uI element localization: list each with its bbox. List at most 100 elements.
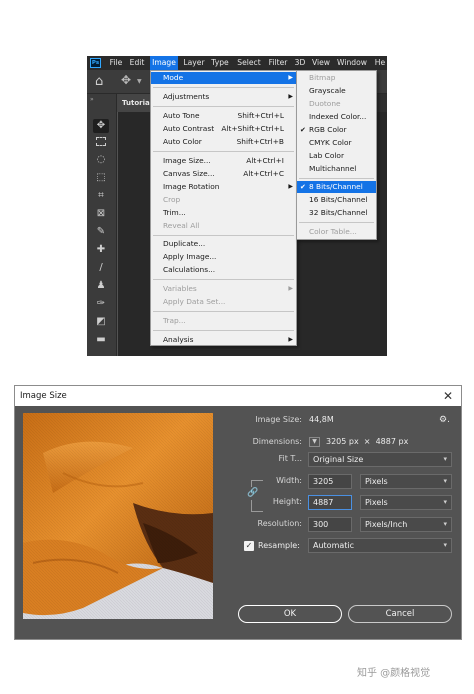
chevron-down-icon[interactable]: ▼ [309, 437, 320, 447]
menu-edit[interactable]: Edit [127, 56, 147, 70]
image-size-label: Image Size: [255, 415, 302, 424]
height-input[interactable]: 4887 [308, 495, 352, 510]
submenu-arrow-icon: ▶ [288, 183, 293, 190]
close-icon[interactable]: ✕ [443, 386, 453, 406]
width-unit-select[interactable]: Pixels ▾ [360, 474, 452, 489]
menu-item-trim[interactable]: Trim... [151, 207, 296, 219]
submenu-arrow-icon: ▶ [288, 285, 293, 292]
object-select-tool-icon[interactable]: ⬚ [93, 171, 109, 185]
dialog-titlebar: Image Size ✕ [15, 386, 461, 406]
history-brush-icon[interactable]: ✑ [93, 297, 109, 311]
document-tab[interactable]: Tutorial [117, 94, 152, 112]
collapse-icon[interactable]: » [90, 96, 94, 103]
crop-tool-icon[interactable]: ⌗ [93, 189, 109, 203]
menu-item-calculations[interactable]: Calculations... [151, 264, 296, 276]
fit-to-select[interactable]: Original Size ▾ [308, 452, 452, 467]
resolution-input[interactable]: 300 [308, 517, 352, 532]
frame-tool-icon[interactable]: ⊠ [93, 207, 109, 221]
mode-submenu: Bitmap Grayscale Duotone Indexed Color..… [296, 70, 377, 240]
ps-logo: Ps [90, 58, 101, 68]
menu-item-auto-tone[interactable]: Auto Tone Shift+Ctrl+L [151, 110, 296, 122]
menu-item-auto-contrast[interactable]: Auto Contrast Alt+Shift+Ctrl+L [151, 123, 296, 135]
menu-divider [153, 151, 294, 152]
healing-brush-icon[interactable]: ✚ [93, 243, 109, 257]
cancel-button[interactable]: Cancel [348, 605, 452, 623]
width-label: Width: [276, 476, 302, 485]
chevron-down-icon: ▾ [443, 541, 447, 549]
resolution-label: Resolution: [257, 519, 303, 528]
eyedropper-tool-icon[interactable]: ✎ [93, 225, 109, 239]
dimensions-label: Dimensions: [252, 437, 302, 446]
watermark: 知乎 @颜格视觉 [357, 668, 431, 679]
home-icon[interactable]: ⌂ [95, 74, 103, 89]
menu-item-bitmap: Bitmap [309, 73, 336, 82]
resample-label: Resample: [258, 541, 300, 550]
height-unit-select[interactable]: Pixels ▾ [360, 495, 452, 510]
menu-divider [153, 106, 294, 107]
menu-item-16-bits[interactable]: 16 Bits/Channel [297, 194, 376, 206]
menu-item-analysis[interactable]: Analysis ▶ [151, 334, 296, 346]
menu-item-8-bits[interactable]: ✔ 8 Bits/Channel [297, 181, 376, 193]
ok-button[interactable]: OK [238, 605, 342, 623]
gear-icon[interactable]: ⚙. [439, 413, 450, 427]
menu-item-auto-color[interactable]: Auto Color Shift+Ctrl+B [151, 136, 296, 148]
menu-item-cmyk-color[interactable]: CMYK Color [297, 137, 376, 149]
menu-file[interactable]: File [107, 56, 125, 70]
stamp-tool-icon[interactable]: ♟ [93, 279, 109, 293]
resample-select[interactable]: Automatic ▾ [308, 538, 452, 553]
menu-3d[interactable]: 3D [293, 56, 307, 70]
chevron-down-icon: ▾ [443, 477, 447, 485]
lasso-tool-icon[interactable]: ◌ [93, 153, 109, 167]
resolution-unit-select[interactable]: Pixels/Inch ▾ [360, 517, 452, 532]
image-size-value: 44,8M [309, 415, 334, 424]
width-input[interactable]: 3205 [308, 474, 352, 489]
chevron-down-icon: ▾ [443, 498, 447, 506]
menu-item-adjustments[interactable]: Adjustments ▶ [151, 91, 296, 103]
menu-item-duplicate[interactable]: Duplicate... [151, 238, 296, 250]
menubar: Ps File Edit Image Layer Type Select Fil… [87, 56, 387, 70]
menu-item-canvas-size[interactable]: Canvas Size... Alt+Ctrl+C [151, 168, 296, 180]
marquee-tool-icon[interactable] [96, 137, 106, 146]
menu-type[interactable]: Type [209, 56, 231, 70]
menu-select[interactable]: Select [235, 56, 263, 70]
toolbar: » ✥ ◌ ⬚ ⌗ ⊠ ✎ ✚ / ♟ ✑ ◩ ▬ [87, 94, 117, 356]
menu-filter[interactable]: Filter [266, 56, 290, 70]
menu-help[interactable]: He [373, 56, 387, 70]
chevron-down-icon: ▾ [443, 455, 447, 463]
move-tool-icon: ✥ [121, 73, 132, 87]
menu-divider [299, 222, 374, 223]
menu-item-reveal-all: Reveal All [163, 221, 200, 230]
menu-divider [153, 311, 294, 312]
gradient-tool-icon[interactable]: ▬ [93, 333, 109, 347]
menu-view[interactable]: View [310, 56, 332, 70]
chevron-down-icon: ▾ [443, 520, 447, 528]
image-size-dialog: Image Size ✕ Image Size: 44,8M ⚙. Dimens… [14, 385, 462, 640]
menu-item-rgb-color[interactable]: ✔ RGB Color [297, 124, 376, 136]
menu-divider [153, 279, 294, 280]
resample-checkbox[interactable]: ✓ [244, 541, 254, 551]
menu-item-32-bits[interactable]: 32 Bits/Channel [297, 207, 376, 219]
fit-to-label: Fit T... [278, 454, 303, 463]
menu-item-indexed-color[interactable]: Indexed Color... [297, 111, 376, 123]
menu-divider [153, 87, 294, 88]
menu-item-lab-color[interactable]: Lab Color [297, 150, 376, 162]
menu-item-grayscale[interactable]: Grayscale [297, 85, 376, 97]
menu-item-image-rotation[interactable]: Image Rotation ▶ [151, 181, 296, 193]
menu-item-duotone: Duotone [309, 99, 341, 108]
eraser-tool-icon[interactable]: ◩ [93, 315, 109, 329]
menu-image[interactable]: Image [150, 56, 178, 70]
image-preview[interactable] [23, 413, 213, 619]
fabric-photo [23, 413, 213, 619]
move-tool-icon[interactable]: ✥ [93, 119, 109, 133]
checkmark-icon: ✔ [300, 126, 306, 134]
menu-item-multichannel[interactable]: Multichannel [297, 163, 376, 175]
brush-tool-icon[interactable]: / [93, 261, 109, 275]
menu-window[interactable]: Window [335, 56, 369, 70]
menu-item-image-size[interactable]: Image Size... Alt+Ctrl+I [151, 155, 296, 167]
menu-item-apply-image[interactable]: Apply Image... [151, 251, 296, 263]
menu-item-mode[interactable]: Mode ▶ [151, 72, 296, 84]
menu-item-crop: Crop [163, 195, 181, 204]
menu-item-trap: Trap... [163, 316, 186, 325]
menu-layer[interactable]: Layer [182, 56, 206, 70]
chevron-down-icon[interactable]: ▼ [137, 78, 142, 85]
